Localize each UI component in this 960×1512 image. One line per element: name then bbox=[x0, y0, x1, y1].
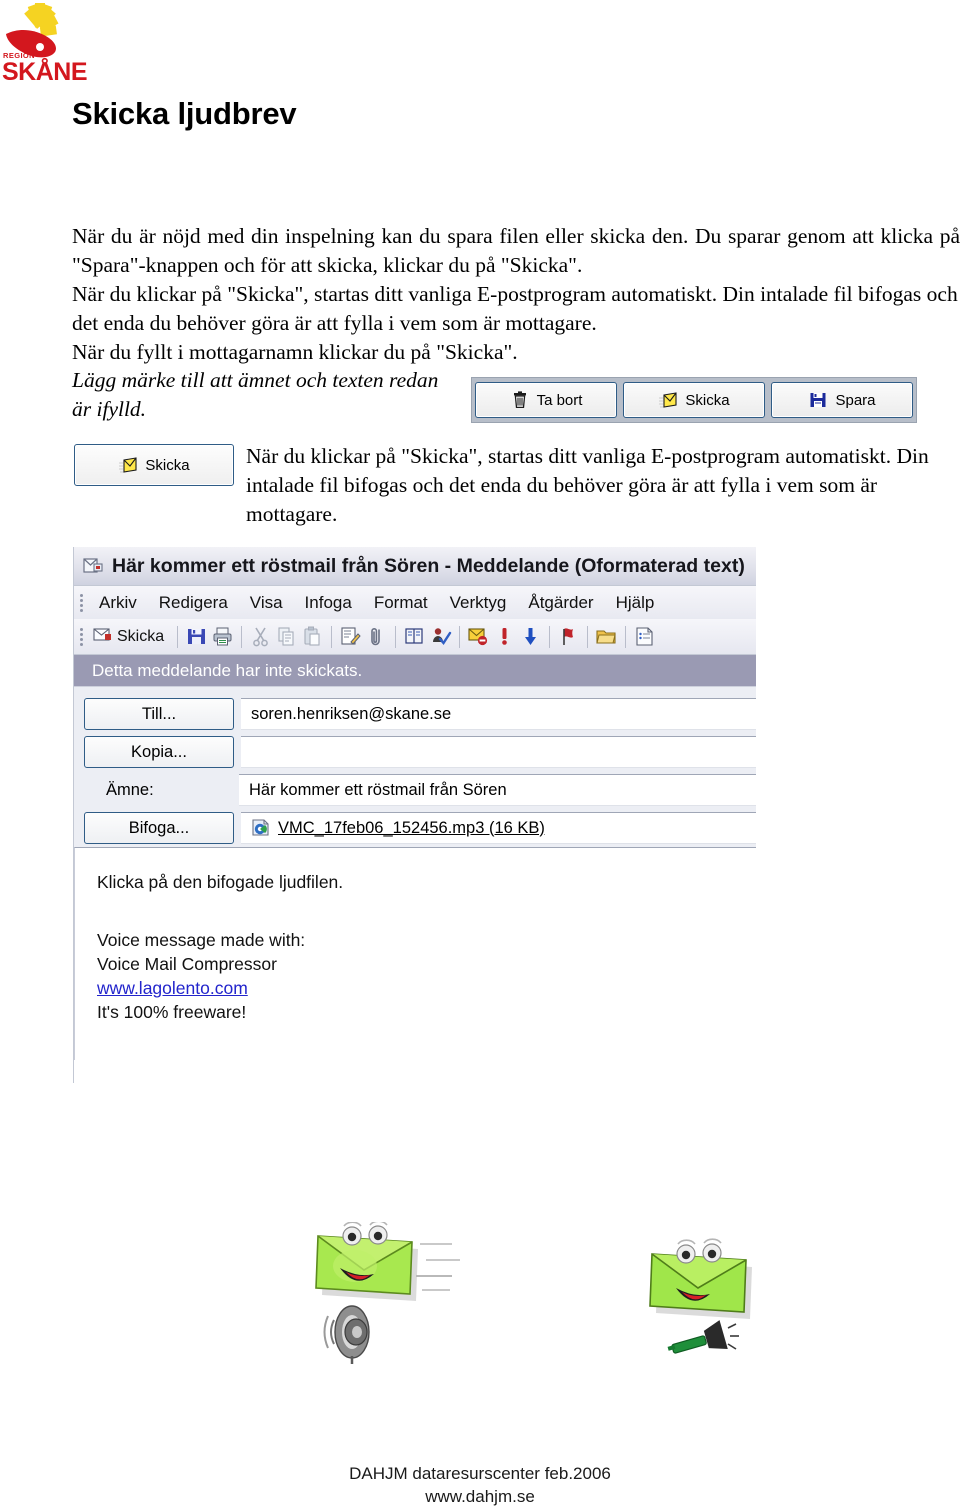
flag-message-icon[interactable] bbox=[467, 625, 490, 648]
toolbar-separator bbox=[331, 625, 333, 648]
attachment-filename[interactable]: VMC_17feb06_152456.mp3 (16 KB) bbox=[278, 819, 545, 838]
to-button[interactable]: Till... bbox=[84, 698, 234, 730]
check-names-icon[interactable] bbox=[429, 625, 452, 648]
footer: DAHJM dataresurscenter feb.2006 www.dahj… bbox=[0, 1462, 960, 1508]
attach-button[interactable]: Bifoga... bbox=[84, 812, 234, 844]
menu-item-arkiv[interactable]: Arkiv bbox=[88, 591, 148, 615]
low-importance-icon[interactable] bbox=[519, 625, 542, 648]
send-button-standalone[interactable]: Skicka bbox=[74, 444, 234, 486]
toolbar-separator bbox=[459, 625, 461, 648]
message-status-bar: Detta meddelande har inte skickats. bbox=[74, 655, 756, 687]
toolbar-send-label: Skicka bbox=[117, 627, 165, 645]
delete-button-label: Ta bort bbox=[536, 391, 583, 409]
page-title: Skicka ljudbrev bbox=[72, 96, 297, 131]
mp3-media-icon bbox=[251, 818, 271, 838]
copy-icon[interactable] bbox=[275, 625, 298, 648]
format-painter-icon[interactable] bbox=[339, 625, 362, 648]
italic-note: Lägg märke till att ämnet och texten red… bbox=[72, 368, 439, 421]
save-button[interactable]: Spara bbox=[771, 382, 913, 418]
floppy-save-icon bbox=[808, 390, 828, 410]
menu-item-infoga[interactable]: Infoga bbox=[294, 591, 363, 615]
menu-item-verktyg[interactable]: Verktyg bbox=[439, 591, 518, 615]
toolbar-separator bbox=[549, 625, 551, 648]
menu-item-redigera[interactable]: Redigera bbox=[148, 591, 239, 615]
field-row-attach: Bifoga... VMC_17feb06_152456.mp3 (16 KB) bbox=[74, 809, 756, 847]
intro-line-3: När du fyllt i mottagarnamn klickar du p… bbox=[72, 340, 518, 364]
logo-skane-text: SKÅNE bbox=[2, 57, 87, 84]
toolbar-send-button[interactable]: Skicka bbox=[91, 627, 170, 647]
recorder-toolbar: Ta bort Skicka Spara bbox=[471, 377, 917, 423]
speaker-icon bbox=[323, 1305, 370, 1364]
toolbar-separator bbox=[587, 625, 589, 648]
window-titlebar: Här kommer ett röstmail från Sören - Med… bbox=[74, 547, 756, 586]
toolbar-separator bbox=[177, 625, 179, 648]
send-button[interactable]: Skicka bbox=[623, 382, 765, 418]
to-input[interactable]: soren.henriksen@skane.se bbox=[241, 698, 756, 730]
body-line-1: Klicka på den bifogade ljudfilen. bbox=[97, 872, 344, 892]
cc-button[interactable]: Kopia... bbox=[84, 736, 234, 768]
motion-lines bbox=[416, 1243, 460, 1291]
body-line-3: Voice Mail Compressor bbox=[97, 954, 277, 974]
menu-item-hjalp[interactable]: Hjälp bbox=[605, 591, 666, 615]
after-button-paragraph: När du klickar på "Skicka", startas ditt… bbox=[246, 444, 929, 526]
envelope-with-speaker-clipart bbox=[290, 1222, 480, 1397]
toolbar-separator bbox=[395, 625, 397, 648]
address-book-icon[interactable] bbox=[403, 625, 426, 648]
document-page: REGION SKÅNE Skicka ljudbrev När du är n… bbox=[0, 0, 960, 1512]
window-title: Här kommer ett röstmail från Sören - Med… bbox=[112, 554, 745, 577]
options-icon[interactable] bbox=[633, 625, 656, 648]
outlook-message-window: Här kommer ett röstmail från Sören - Med… bbox=[73, 547, 756, 1083]
body-line-4: It's 100% freeware! bbox=[97, 1002, 247, 1022]
attach-paperclip-icon[interactable] bbox=[365, 625, 388, 648]
message-toolbar: Skicka bbox=[74, 619, 756, 655]
envelope-with-trumpet-clipart bbox=[630, 1238, 800, 1378]
field-row-to: Till... soren.henriksen@skane.se bbox=[74, 695, 756, 733]
message-body[interactable]: Klicka på den bifogade ljudfilen. Voice … bbox=[74, 847, 756, 1060]
send-mail-icon bbox=[93, 627, 113, 647]
toolbar-grip[interactable] bbox=[80, 626, 88, 648]
subject-input[interactable]: Här kommer ett röstmail från Sören bbox=[239, 774, 756, 806]
red-flag-icon[interactable] bbox=[557, 625, 580, 648]
menu-bar: Arkiv Redigera Visa Infoga Format Verkty… bbox=[74, 586, 756, 619]
field-row-cc: Kopia... bbox=[74, 733, 756, 771]
message-window-icon bbox=[82, 556, 103, 576]
menu-item-format[interactable]: Format bbox=[363, 591, 439, 615]
intro-line-1: När du är nöjd med din inspelning kan du… bbox=[72, 224, 960, 277]
trumpet-icon bbox=[667, 1320, 739, 1354]
open-folder-icon[interactable] bbox=[595, 625, 618, 648]
print-icon[interactable] bbox=[211, 625, 234, 648]
toolbar-separator bbox=[241, 625, 243, 648]
message-header-fields: Till... soren.henriksen@skane.se Kopia..… bbox=[74, 687, 756, 847]
field-row-subject: Ämne: Här kommer ett röstmail från Sören bbox=[74, 771, 756, 809]
menu-item-visa[interactable]: Visa bbox=[239, 591, 294, 615]
send-button-label: Skicka bbox=[685, 391, 730, 409]
send-envelope-icon bbox=[118, 455, 138, 475]
cut-icon[interactable] bbox=[249, 625, 272, 648]
footer-line-1: DAHJM dataresurscenter feb.2006 bbox=[349, 1464, 611, 1483]
paste-icon[interactable] bbox=[301, 625, 324, 648]
subject-label: Ämne: bbox=[106, 780, 154, 799]
footer-line-2: www.dahjm.se bbox=[425, 1487, 535, 1506]
intro-line-2: När du klickar på "Skicka", startas ditt… bbox=[72, 282, 958, 335]
send-button-standalone-label: Skicka bbox=[145, 456, 190, 474]
cc-input[interactable] bbox=[241, 736, 756, 768]
intro-paragraphs: När du är nöjd med din inspelning kan du… bbox=[72, 222, 960, 367]
region-skane-logo: REGION SKÅNE bbox=[2, 2, 98, 84]
menu-item-atgarder[interactable]: Åtgärder bbox=[517, 591, 604, 615]
body-line-2: Voice message made with: bbox=[97, 930, 306, 950]
send-envelope-icon bbox=[658, 390, 678, 410]
high-importance-icon[interactable] bbox=[493, 625, 516, 648]
body-link[interactable]: www.lagolento.com bbox=[97, 976, 756, 1000]
toolbar-separator bbox=[625, 625, 627, 648]
save-button-label: Spara bbox=[835, 391, 876, 409]
delete-button[interactable]: Ta bort bbox=[475, 382, 617, 418]
trash-icon bbox=[510, 390, 530, 410]
menubar-grip[interactable] bbox=[80, 592, 88, 614]
attachment-area[interactable]: VMC_17feb06_152456.mp3 (16 KB) bbox=[241, 812, 756, 844]
save-icon[interactable] bbox=[185, 625, 208, 648]
